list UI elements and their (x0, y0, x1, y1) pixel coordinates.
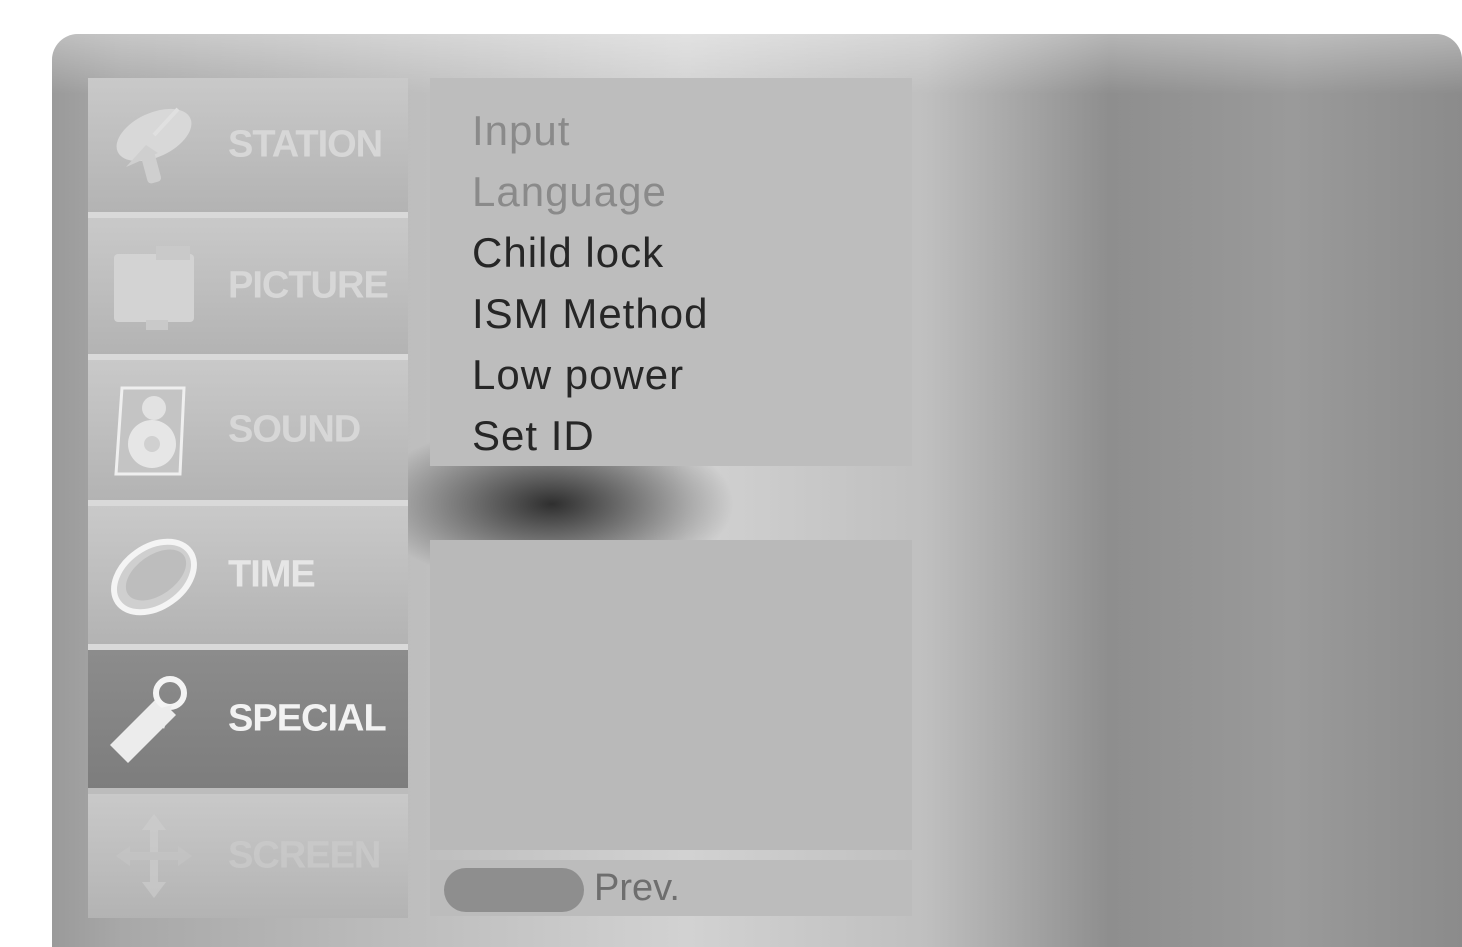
menu-item-time[interactable]: TIME (88, 506, 408, 650)
menu-item-label: SCREEN (228, 834, 381, 877)
menu-item-label: SPECIAL (228, 697, 387, 740)
osd-menu-frame: STATION PICTURE SOUND TIME SPECIAL SCREE… (52, 34, 1462, 947)
submenu-item-language[interactable]: Language (430, 161, 912, 222)
submenu-item-low-power[interactable]: Low power (430, 344, 912, 405)
move-arrows-icon (106, 808, 202, 904)
menu-item-label: SOUND (228, 408, 361, 451)
submenu-item-set-id[interactable]: Set ID (430, 405, 912, 466)
menu-item-label: STATION (228, 123, 383, 166)
menu-item-special[interactable]: SPECIAL (88, 650, 408, 794)
submenu-item-child-lock[interactable]: Child lock (430, 222, 912, 283)
tag-icon (106, 671, 202, 767)
info-panel (430, 540, 912, 850)
speaker-icon (106, 382, 202, 478)
clock-icon (106, 527, 202, 623)
hint-bar: Prev. (430, 860, 912, 916)
menu-item-label: TIME (228, 553, 316, 596)
menu-button-icon (444, 868, 584, 912)
submenu-item-ism-method[interactable]: ISM Method (430, 283, 912, 344)
menu-item-label: PICTURE (228, 264, 389, 307)
satellite-dish-icon (106, 97, 202, 193)
picture-frame-icon (106, 238, 202, 334)
menu-item-screen[interactable]: SCREEN (88, 794, 408, 918)
special-submenu: Input Language Child lock ISM Method Low… (430, 78, 912, 466)
menu-item-sound[interactable]: SOUND (88, 360, 408, 506)
submenu-item-input[interactable]: Input (430, 100, 912, 161)
prev-hint-label: Prev. (594, 867, 680, 909)
menu-item-station[interactable]: STATION (88, 78, 408, 218)
menu-item-picture[interactable]: PICTURE (88, 218, 408, 360)
